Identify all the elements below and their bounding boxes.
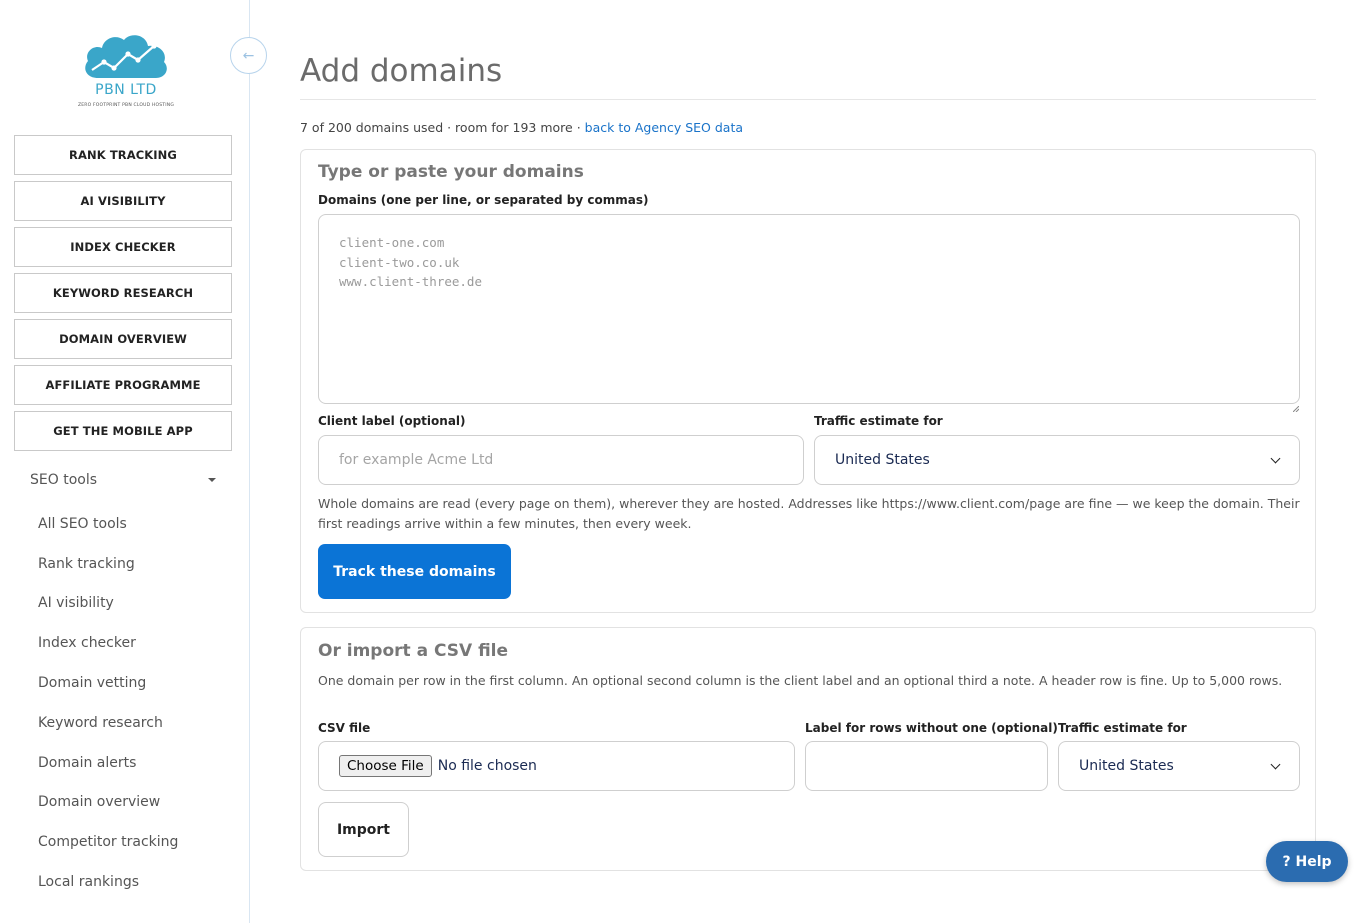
client-label-placeholder: for example Acme Ltd: [339, 452, 494, 468]
row-label-label: Label for rows without one (optional): [805, 721, 1058, 735]
track-domains-button[interactable]: Track these domains: [318, 544, 511, 599]
traffic-estimate-select[interactable]: United States: [814, 435, 1300, 485]
seo-tools-label: SEO tools: [30, 472, 98, 488]
sidebar-item-domain-alerts[interactable]: Domain alerts: [38, 743, 238, 783]
title-divider: [300, 99, 1316, 100]
quick-nav: RANK TRACKING AI VISIBILITY INDEX CHECKE…: [14, 135, 232, 457]
csv-traffic-estimate-select[interactable]: United States: [1058, 741, 1300, 791]
chevron-down-icon: [1270, 453, 1281, 463]
page-title: Add domains: [300, 53, 503, 89]
caret-down-icon: [208, 478, 216, 482]
csv-traffic-estimate-value: United States: [1079, 758, 1174, 774]
sidebar: PBN LTD ZERO FOOTPRINT PBN CLOUD HOSTING…: [0, 0, 250, 923]
resize-grip-icon[interactable]: [1292, 397, 1300, 413]
sidebar-item-index-checker[interactable]: Index checker: [38, 623, 238, 663]
file-status: No file chosen: [437, 758, 537, 774]
csv-import-title: Or import a CSV file: [318, 641, 509, 661]
usage-text: 7 of 200 domains used · room for 193 mor…: [300, 120, 585, 135]
client-label-label: Client label (optional): [318, 414, 466, 428]
nav-index-checker-button[interactable]: INDEX CHECKER: [14, 227, 232, 267]
nav-mobile-app-button[interactable]: GET THE MOBILE APP: [14, 411, 232, 451]
traffic-estimate-value: United States: [835, 452, 930, 468]
nav-ai-visibility-button[interactable]: AI VISIBILITY: [14, 181, 232, 221]
domains-textarea[interactable]: client-one.com client-two.co.uk www.clie…: [318, 214, 1300, 404]
row-label-input[interactable]: [805, 741, 1048, 791]
csv-import-card: Or import a CSV file One domain per row …: [300, 627, 1316, 871]
sidebar-item-keyword-research[interactable]: Keyword research: [38, 703, 238, 743]
brand-logo[interactable]: PBN LTD ZERO FOOTPRINT PBN CLOUD HOSTING: [78, 30, 174, 116]
csv-file-label: CSV file: [318, 721, 371, 735]
manual-entry-title: Type or paste your domains: [318, 162, 584, 182]
manual-help-text: Whole domains are read (every page on th…: [318, 496, 1300, 531]
brand-tagline: ZERO FOOTPRINT PBN CLOUD HOSTING: [77, 103, 175, 108]
chevron-down-icon: [1270, 759, 1281, 769]
sidebar-item-rank-tracking[interactable]: Rank tracking: [38, 544, 238, 584]
sidebar-item-domain-vetting[interactable]: Domain vetting: [38, 663, 238, 703]
manual-entry-card: Type or paste your domains Domains (one …: [300, 149, 1316, 613]
arrow-left-icon: ←: [242, 47, 255, 64]
nav-domain-overview-button[interactable]: DOMAIN OVERVIEW: [14, 319, 232, 359]
sidebar-item-domain-overview[interactable]: Domain overview: [38, 783, 238, 823]
domains-label: Domains (one per line, or separated by c…: [318, 193, 649, 207]
csv-file-input[interactable]: Choose File No file chosen: [318, 741, 795, 791]
nav-keyword-research-button[interactable]: KEYWORD RESEARCH: [14, 273, 232, 313]
client-label-input[interactable]: for example Acme Ltd: [318, 435, 804, 485]
csv-help-text: One domain per row in the first column. …: [318, 673, 1283, 688]
sidebar-item-all-seo-tools[interactable]: All SEO tools: [38, 504, 238, 544]
nav-rank-tracking-button[interactable]: RANK TRACKING: [14, 135, 232, 175]
choose-file-button[interactable]: Choose File: [339, 755, 432, 777]
cloud-chart-icon: [85, 35, 167, 78]
collapse-sidebar-button[interactable]: ←: [230, 37, 267, 74]
sidebar-item-ai-visibility[interactable]: AI visibility: [38, 584, 238, 624]
seo-tools-list: All SEO tools Rank tracking AI visibilit…: [38, 504, 238, 902]
traffic-estimate-label: Traffic estimate for: [814, 414, 943, 428]
nav-affiliate-programme-button[interactable]: AFFILIATE PROGRAMME: [14, 365, 232, 405]
sidebar-item-competitor-tracking[interactable]: Competitor tracking: [38, 822, 238, 862]
usage-summary: 7 of 200 domains used · room for 193 mor…: [300, 120, 743, 135]
brand-name: PBN LTD: [95, 82, 157, 98]
sidebar-item-local-rankings[interactable]: Local rankings: [38, 862, 238, 902]
import-button[interactable]: Import: [318, 802, 409, 857]
csv-traffic-estimate-label: Traffic estimate for: [1058, 721, 1187, 735]
back-to-agency-link[interactable]: back to Agency SEO data: [585, 120, 743, 135]
help-button[interactable]: ? Help: [1266, 841, 1348, 882]
seo-tools-toggle[interactable]: SEO tools: [30, 469, 220, 491]
